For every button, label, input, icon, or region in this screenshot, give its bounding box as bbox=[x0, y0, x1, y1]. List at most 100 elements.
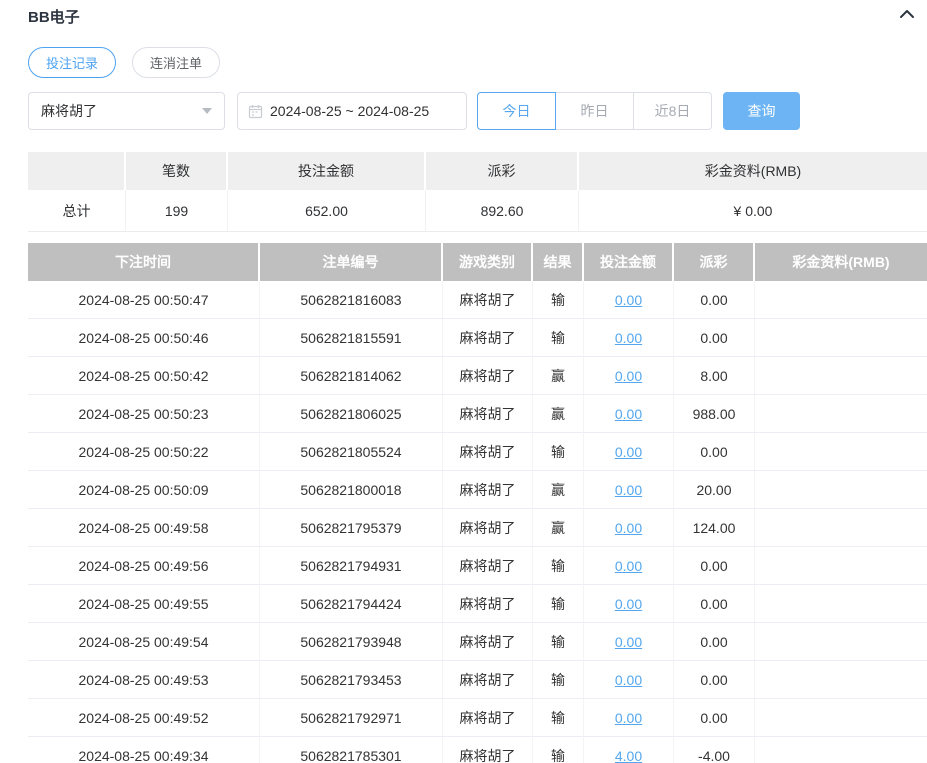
payout-cell: 124.00 bbox=[674, 509, 755, 547]
bet-time-cell: 2024-08-25 00:50:46 bbox=[28, 319, 260, 357]
jackpot-cell bbox=[755, 547, 927, 585]
summary-col-blank bbox=[28, 152, 126, 190]
bet-amount-link[interactable]: 0.00 bbox=[615, 406, 642, 422]
result-cell: 输 bbox=[533, 661, 584, 699]
bet-time-cell: 2024-08-25 00:50:23 bbox=[28, 395, 260, 433]
bet-time-cell: 2024-08-25 00:50:22 bbox=[28, 433, 260, 471]
bet-time-cell: 2024-08-25 00:50:09 bbox=[28, 471, 260, 509]
bet-time-cell: 2024-08-25 00:49:55 bbox=[28, 585, 260, 623]
summary-col-count: 笔数 bbox=[126, 152, 228, 190]
bet-amount-link[interactable]: 0.00 bbox=[615, 444, 642, 460]
result-cell: 输 bbox=[533, 737, 584, 763]
bet-amount-link[interactable]: 0.00 bbox=[615, 558, 642, 574]
bet-time-cell: 2024-08-25 00:49:54 bbox=[28, 623, 260, 661]
payout-cell: 8.00 bbox=[674, 357, 755, 395]
order-number-cell: 5062821793453 bbox=[260, 661, 443, 699]
bet-amount-cell: 0.00 bbox=[584, 509, 674, 547]
jackpot-cell bbox=[755, 699, 927, 737]
bet-amount-cell: 0.00 bbox=[584, 319, 674, 357]
col-result: 结果 bbox=[533, 243, 584, 281]
table-row: 2024-08-25 00:49:54 5062821793948 麻将胡了 输… bbox=[28, 623, 927, 661]
jackpot-cell bbox=[755, 509, 927, 547]
summary-total-payout: 892.60 bbox=[426, 190, 579, 232]
query-button[interactable]: 查询 bbox=[723, 92, 800, 130]
bet-amount-cell: 0.00 bbox=[584, 281, 674, 319]
tab-betting-records[interactable]: 投注记录 bbox=[28, 47, 116, 78]
col-order-number: 注单编号 bbox=[260, 243, 443, 281]
table-row: 2024-08-25 00:49:55 5062821794424 麻将胡了 输… bbox=[28, 585, 927, 623]
summary-total-bet-amount: 652.00 bbox=[228, 190, 426, 232]
last-8-days-button[interactable]: 近8日 bbox=[633, 92, 712, 130]
bet-time-cell: 2024-08-25 00:50:42 bbox=[28, 357, 260, 395]
tab-cancelled-orders[interactable]: 连消注单 bbox=[132, 47, 220, 78]
filter-bar: 麻将胡了 2024-08-25 ~ 2024-08-25 今日 昨日 近8日 bbox=[28, 92, 927, 130]
collapse-button[interactable] bbox=[898, 7, 916, 26]
jackpot-cell bbox=[755, 737, 927, 763]
chevron-up-icon bbox=[898, 7, 916, 26]
table-row: 2024-08-25 00:49:58 5062821795379 麻将胡了 赢… bbox=[28, 509, 927, 547]
table-row: 2024-08-25 00:49:56 5062821794931 麻将胡了 输… bbox=[28, 547, 927, 585]
bet-amount-link[interactable]: 0.00 bbox=[615, 368, 642, 384]
table-row: 2024-08-25 00:50:47 5062821816083 麻将胡了 输… bbox=[28, 281, 927, 319]
bet-amount-link[interactable]: 0.00 bbox=[615, 482, 642, 498]
bet-amount-link[interactable]: 0.00 bbox=[615, 672, 642, 688]
bet-amount-link[interactable]: 0.00 bbox=[615, 330, 642, 346]
jackpot-cell bbox=[755, 433, 927, 471]
bet-amount-link[interactable]: 0.00 bbox=[615, 710, 642, 726]
payout-cell: 0.00 bbox=[674, 433, 755, 471]
bet-amount-cell: 0.00 bbox=[584, 547, 674, 585]
result-cell: 赢 bbox=[533, 395, 584, 433]
game-type-cell: 麻将胡了 bbox=[443, 547, 533, 585]
game-select[interactable]: 麻将胡了 bbox=[28, 92, 225, 130]
yesterday-button[interactable]: 昨日 bbox=[555, 92, 634, 130]
bet-amount-cell: 0.00 bbox=[584, 395, 674, 433]
payout-cell: 0.00 bbox=[674, 585, 755, 623]
table-row: 2024-08-25 00:50:22 5062821805524 麻将胡了 输… bbox=[28, 433, 927, 471]
payout-cell: 0.00 bbox=[674, 661, 755, 699]
date-range-picker[interactable]: 2024-08-25 ~ 2024-08-25 bbox=[237, 92, 467, 130]
bet-amount-link[interactable]: 0.00 bbox=[615, 596, 642, 612]
summary-total-count: 199 bbox=[126, 190, 228, 232]
records-header-row: 下注时间 注单编号 游戏类别 结果 投注金额 派彩 彩金资料(RMB) bbox=[28, 243, 927, 281]
summary-col-payout: 派彩 bbox=[426, 152, 579, 190]
quick-date-group: 今日 昨日 近8日 bbox=[477, 92, 712, 130]
bet-amount-link[interactable]: 4.00 bbox=[615, 748, 642, 763]
summary-total-label: 总计 bbox=[28, 190, 126, 232]
game-type-cell: 麻将胡了 bbox=[443, 433, 533, 471]
col-bet-time: 下注时间 bbox=[28, 243, 260, 281]
chevron-down-icon bbox=[202, 108, 212, 114]
jackpot-cell bbox=[755, 319, 927, 357]
jackpot-cell bbox=[755, 471, 927, 509]
payout-cell: 988.00 bbox=[674, 395, 755, 433]
game-type-cell: 麻将胡了 bbox=[443, 395, 533, 433]
table-row: 2024-08-25 00:50:23 5062821806025 麻将胡了 赢… bbox=[28, 395, 927, 433]
game-select-value: 麻将胡了 bbox=[41, 101, 97, 121]
order-number-cell: 5062821794424 bbox=[260, 585, 443, 623]
order-number-cell: 5062821795379 bbox=[260, 509, 443, 547]
game-type-cell: 麻将胡了 bbox=[443, 661, 533, 699]
bet-time-cell: 2024-08-25 00:49:56 bbox=[28, 547, 260, 585]
tab-label: 连消注单 bbox=[150, 53, 202, 72]
bet-amount-cell: 0.00 bbox=[584, 699, 674, 737]
betting-records-panel: BB电子 投注记录 连消注单 麻将胡了 bbox=[0, 0, 927, 763]
jackpot-cell bbox=[755, 623, 927, 661]
order-number-cell: 5062821794931 bbox=[260, 547, 443, 585]
payout-cell: 0.00 bbox=[674, 547, 755, 585]
col-bet-amount: 投注金额 bbox=[584, 243, 674, 281]
bet-time-cell: 2024-08-25 00:50:47 bbox=[28, 281, 260, 319]
order-number-cell: 5062821805524 bbox=[260, 433, 443, 471]
bet-time-cell: 2024-08-25 00:49:52 bbox=[28, 699, 260, 737]
bet-amount-link[interactable]: 0.00 bbox=[615, 292, 642, 308]
today-button[interactable]: 今日 bbox=[477, 92, 556, 130]
bet-amount-link[interactable]: 0.00 bbox=[615, 634, 642, 650]
table-row: 2024-08-25 00:49:52 5062821792971 麻将胡了 输… bbox=[28, 699, 927, 737]
bet-amount-link[interactable]: 0.00 bbox=[615, 520, 642, 536]
col-payout: 派彩 bbox=[674, 243, 755, 281]
order-number-cell: 5062821816083 bbox=[260, 281, 443, 319]
bet-time-cell: 2024-08-25 00:49:34 bbox=[28, 737, 260, 763]
order-number-cell: 5062821800018 bbox=[260, 471, 443, 509]
result-cell: 输 bbox=[533, 319, 584, 357]
bet-amount-cell: 4.00 bbox=[584, 737, 674, 763]
result-cell: 输 bbox=[533, 433, 584, 471]
order-number-cell: 5062821793948 bbox=[260, 623, 443, 661]
